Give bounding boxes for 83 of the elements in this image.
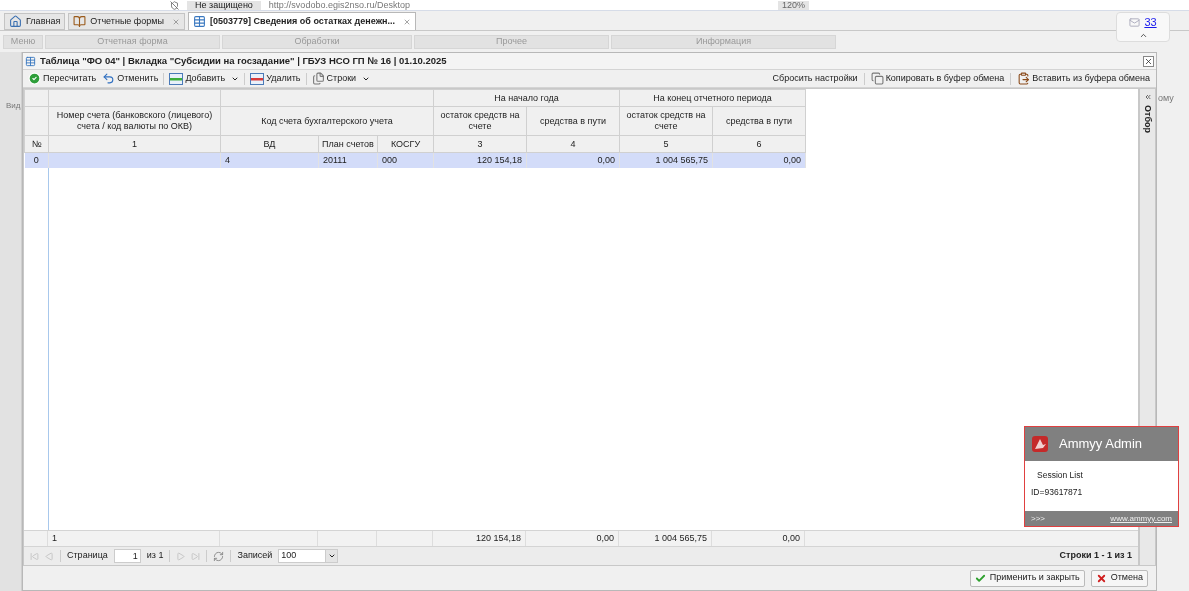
toolbar-button[interactable]: Отменить <box>101 71 160 86</box>
app-tab[interactable]: Главная <box>4 13 66 30</box>
table-icon <box>25 55 36 67</box>
filter-panel-title: Отбор <box>1142 105 1155 133</box>
toolbar-button[interactable]: Строки <box>310 71 372 86</box>
page-label: Страница <box>67 549 108 563</box>
toolbar-button[interactable]: Добавить <box>168 71 241 86</box>
table-cell: 1 004 565,75 <box>619 152 713 168</box>
ribbon-group-header: Отчетная форма <box>45 35 220 49</box>
page-input[interactable]: 1 <box>113 549 141 563</box>
column-header: средства в пути <box>712 106 806 136</box>
toolbar-button[interactable]: Вставить из буфера обмена <box>1015 71 1152 86</box>
group-header: На начало года <box>433 89 620 107</box>
ribbon-group-header: Прочее <box>414 35 609 49</box>
view-label: Вид <box>6 100 21 112</box>
caret-icon <box>327 552 336 560</box>
column-header: Номер счета (банковского (лицевого) счета / код валюты по ОКВ) <box>48 106 221 136</box>
session-list-label: Session List <box>1036 469 1084 482</box>
column-header: Код счета бухгалтерского учета <box>220 106 434 136</box>
column-header: остаток средств на счете <box>619 106 713 136</box>
toolbar-button[interactable]: Копировать в буфер обмена <box>868 71 1007 86</box>
zoom-label[interactable]: 120% <box>777 0 809 10</box>
expand-icon[interactable] <box>1143 93 1152 101</box>
last-page-icon[interactable] <box>191 551 201 561</box>
column-header: остаток средств на счете <box>433 106 527 136</box>
table-cell: 120 154,18 <box>433 152 527 168</box>
close-icon[interactable] <box>171 17 180 26</box>
message-count-link[interactable]: 33 <box>1144 14 1157 31</box>
app-tab[interactable]: [0503779] Сведения об остатках денежн... <box>187 12 416 30</box>
table-cell: 0 <box>24 152 49 168</box>
total-value: 0,00 <box>782 531 800 545</box>
url-text[interactable]: http://svodobo.egis2nso.ru/Desktop <box>268 0 410 10</box>
clipboard-icon <box>1017 72 1031 85</box>
id-label: ID=93617871 <box>1031 485 1084 499</box>
records-label: Записей <box>237 549 273 563</box>
apply-close-button[interactable]: Применить и закрыть <box>969 569 1085 587</box>
toolbar-button[interactable]: Сбросить настройки <box>770 71 860 86</box>
records-select[interactable]: 100 <box>278 549 339 563</box>
group-header: На конец отчетного периода <box>619 89 806 107</box>
next-page-icon[interactable] <box>176 551 186 561</box>
cross-icon <box>1095 572 1107 584</box>
close-icon[interactable] <box>402 17 411 26</box>
total-value: 120 154,18 <box>475 531 521 545</box>
copy-icon <box>870 72 884 85</box>
partial-label: ому <box>1158 92 1174 105</box>
mail-icon <box>1129 17 1141 28</box>
table-cell: 20111 <box>318 152 378 168</box>
totals-count: 1 <box>52 531 57 545</box>
refresh-icon[interactable] <box>213 550 225 562</box>
ribbon-group-header: Обработки <box>222 35 412 49</box>
home-icon <box>9 15 22 28</box>
shield-icon <box>170 0 179 10</box>
close-button[interactable] <box>1143 55 1154 67</box>
table-icon <box>192 15 206 28</box>
cancel-button[interactable]: Отмена <box>1090 569 1148 587</box>
rows-summary: Строки 1 - 1 из 1 <box>1059 549 1132 563</box>
logo-icon <box>1031 435 1049 453</box>
dialog-title: Таблица "ФО 04" | Вкладка "Субсидии на госзадание" | ГБУЗ НСО ГП № 16 | 01.10.2025 <box>40 53 448 68</box>
app-tab[interactable]: Отчетные формы <box>68 13 185 30</box>
book-icon <box>73 15 87 28</box>
check-circle-icon <box>28 72 41 85</box>
pages-icon <box>311 72 325 85</box>
security-label: Не защищено <box>187 0 261 10</box>
table-cell: 4 <box>220 152 319 168</box>
column-header: средства в пути <box>526 106 620 136</box>
ribbon-group-header: Информация <box>611 35 836 49</box>
total-value: 0,00 <box>596 531 614 545</box>
ribbon-group-header: Меню <box>3 35 43 49</box>
check-icon <box>974 572 986 584</box>
first-page-icon[interactable] <box>30 551 39 561</box>
undo-icon <box>102 72 116 85</box>
more-link[interactable]: >>> <box>1031 512 1045 525</box>
table-cell: 0,00 <box>526 152 620 168</box>
page-count: из 1 <box>146 549 164 563</box>
table-cell: 0,00 <box>712 152 806 168</box>
total-value: 1 004 565,75 <box>654 531 707 545</box>
previous-page-icon[interactable] <box>45 551 54 561</box>
table-cell: 000 <box>377 152 434 168</box>
row-delete-icon <box>250 72 265 85</box>
toolbar-button[interactable]: Пересчитать <box>27 71 98 86</box>
close-icon <box>1144 56 1153 66</box>
toolbar-button[interactable]: Удалить <box>249 71 302 86</box>
row-add-icon <box>169 72 184 85</box>
